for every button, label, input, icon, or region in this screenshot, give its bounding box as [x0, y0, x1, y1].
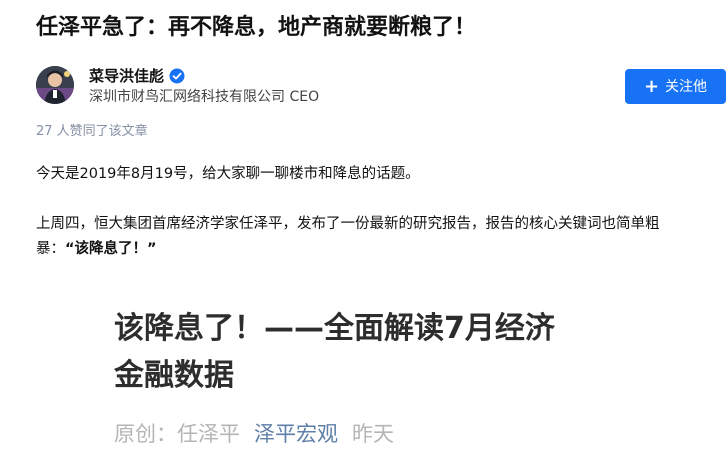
- author-name[interactable]: 菜导洪佳彪: [89, 66, 185, 86]
- author-name-text[interactable]: 菜导洪佳彪: [89, 67, 164, 85]
- embedded-meta-brand[interactable]: 泽平宏观: [254, 422, 338, 446]
- embedded-meta-author: 原创：任泽平: [114, 422, 240, 446]
- embedded-article-image[interactable]: 该降息了！——全面解读7月经济 金融数据 原创：任泽平 泽平宏观 昨天: [0, 282, 728, 454]
- avatar-image: [36, 66, 74, 104]
- paragraph-report-quote: “该降息了！”: [65, 241, 157, 257]
- paragraph-report-line2: 暴：“该降息了！”: [36, 237, 157, 262]
- embedded-title-line1: 该降息了！——全面解读7月经济: [114, 311, 555, 346]
- likes-count: 27 人赞同了该文章: [36, 124, 148, 139]
- plus-icon: +: [643, 76, 660, 97]
- article-title: 任泽平急了：再不降息，地产商就要断粮了！: [36, 15, 477, 40]
- article-page: 任泽平急了：再不降息，地产商就要断粮了！ 菜导洪佳彪 深圳市财鸟汇网络科技有限公…: [0, 0, 728, 454]
- verified-badge-icon: [169, 68, 185, 84]
- paragraph-intro: 今天是2019年8月19号，给大家聊一聊楼市和降息的话题。: [36, 166, 420, 182]
- paragraph-report-prefix: 暴：: [36, 241, 65, 257]
- embedded-meta-time: 昨天: [352, 422, 394, 446]
- embedded-meta: 原创：任泽平 泽平宏观 昨天: [114, 419, 394, 449]
- avatar[interactable]: [36, 66, 74, 104]
- author-description: 深圳市财鸟汇网络科技有限公司 CEO: [89, 89, 320, 105]
- follow-button-label: 关注他: [665, 79, 708, 95]
- follow-button[interactable]: + 关注他: [625, 69, 726, 104]
- embedded-title-line2: 金融数据: [114, 358, 234, 393]
- author-info: 菜导洪佳彪 深圳市财鸟汇网络科技有限公司 CEO + 关注他: [36, 66, 726, 110]
- paragraph-report-line1: 上周四，恒大集团首席经济学家任泽平，发布了一份最新的研究报告，报告的核心关键词也…: [36, 216, 660, 232]
